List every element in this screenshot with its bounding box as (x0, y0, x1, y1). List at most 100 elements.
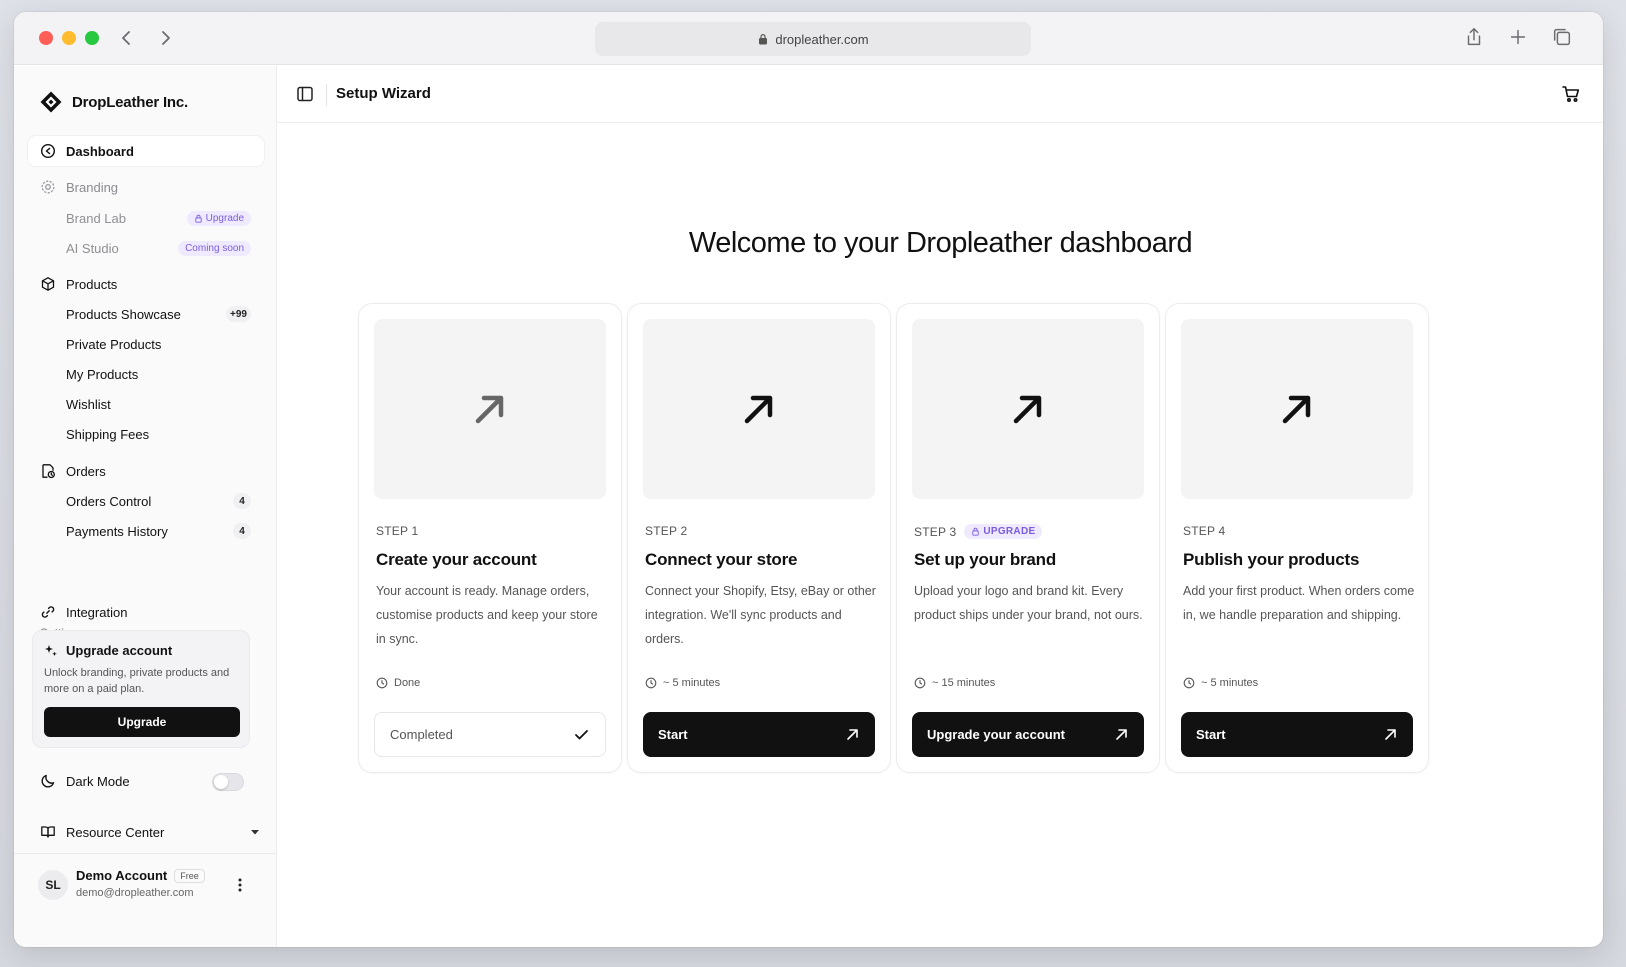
account-email: demo@dropleather.com (76, 887, 194, 899)
step-label: STEP 2 (645, 524, 688, 538)
step-card-2: STEP 2 Connect your store Connect your S… (627, 303, 891, 773)
back-icon[interactable] (114, 26, 138, 50)
card-illustration (643, 319, 875, 499)
coming-soon-badge: Coming soon (178, 240, 251, 256)
page-title: Setup Wizard (336, 85, 431, 102)
caret-down-icon[interactable] (250, 817, 264, 847)
sidebar-item-label: Wishlist (66, 396, 111, 412)
sidebar-item-integration[interactable]: Integration (28, 597, 264, 627)
step-label: STEP 1 (376, 524, 419, 538)
sidebar-item-private-products[interactable]: Private Products (66, 331, 251, 357)
step-meta: ~ 15 minutes (914, 677, 995, 689)
sidebar-item-label: Products (66, 276, 118, 292)
clock-icon (1183, 677, 1195, 689)
moon-icon (40, 773, 56, 789)
step-title: Publish your products (1183, 550, 1360, 569)
sidebar-item-orders[interactable]: Orders (28, 456, 264, 486)
clock-icon (914, 677, 926, 689)
new-tab-icon[interactable] (1507, 26, 1529, 48)
start-button[interactable]: Start (643, 712, 875, 757)
address-bar[interactable]: dropleather.com (595, 22, 1031, 56)
sidebar-item-label: Products Showcase (66, 306, 181, 322)
brand-name: DropLeather Inc. (72, 93, 188, 111)
main-topbar: Setup Wizard (278, 66, 1603, 123)
sidebar-item-brand-lab[interactable]: Brand Lab Upgrade (66, 205, 251, 231)
step-label: STEP 4 (1183, 524, 1226, 538)
sidebar-item-label: Payments History (66, 523, 168, 539)
arrow-up-right-icon (475, 395, 504, 424)
step-meta: ~ 5 minutes (645, 677, 720, 689)
dashboard-icon (40, 143, 56, 159)
sidebar-toggle-icon[interactable] (296, 85, 314, 103)
step-title: Set up your brand (914, 550, 1057, 569)
sidebar-item-orders-control[interactable]: Orders Control 4 (66, 488, 251, 514)
more-vertical-icon[interactable] (232, 876, 248, 894)
browser-toolbar: dropleather.com (14, 12, 1603, 65)
step-meta: ~ 5 minutes (1183, 677, 1258, 689)
forward-icon[interactable] (154, 26, 178, 50)
sidebar-item-label: AI Studio (66, 240, 119, 256)
step-card-4: STEP 4 Publish your products Add your fi… (1165, 303, 1429, 773)
card-illustration (374, 319, 606, 499)
sidebar-item-label: Brand Lab (66, 210, 126, 226)
arrow-up-right-icon (1385, 729, 1396, 740)
sidebar-item-branding[interactable]: Branding (28, 172, 264, 202)
count-badge: +99 (226, 306, 251, 322)
sidebar-item-products[interactable]: Products (28, 269, 264, 299)
sidebar-item-label: My Products (66, 366, 139, 382)
sidebar-item-my-products[interactable]: My Products (66, 361, 251, 387)
avatar[interactable]: SL (38, 870, 68, 900)
start-button[interactable]: Start (1181, 712, 1413, 757)
share-icon[interactable] (1463, 26, 1485, 48)
gear-icon (40, 179, 56, 195)
box-icon (40, 276, 56, 292)
sidebar-item-ai-studio[interactable]: AI Studio Coming soon (66, 235, 251, 261)
plan-badge: Free (174, 868, 205, 883)
dark-mode-toggle[interactable] (212, 773, 244, 791)
sidebar-item-label: Shipping Fees (66, 426, 150, 442)
upgrade-account-card: Upgrade account Unlock branding, private… (32, 630, 250, 748)
arrow-up-right-icon (847, 729, 858, 740)
sidebar-item-label: Branding (66, 179, 119, 195)
minimize-window-button[interactable] (62, 31, 76, 45)
browser-actions (1463, 26, 1573, 48)
upgrade-account-button[interactable]: Upgrade your account (912, 712, 1144, 757)
cart-icon[interactable] (1561, 84, 1581, 104)
sidebar-item-shipping-fees[interactable]: Shipping Fees (66, 421, 251, 447)
count-badge: 4 (233, 493, 251, 509)
link-icon (40, 604, 56, 620)
sidebar-item-label: Resource Center (66, 824, 165, 840)
card-illustration (1181, 319, 1413, 499)
brand-logo-icon (40, 91, 62, 113)
close-window-button[interactable] (39, 31, 53, 45)
sidebar-item-payments-history[interactable]: Payments History 4 (66, 518, 251, 544)
sidebar-item-label: Private Products (66, 336, 162, 352)
upgrade-button[interactable]: Upgrade (44, 707, 240, 737)
upgrade-card-description: Unlock branding, private products and mo… (44, 667, 230, 695)
sidebar-item-label: Integration (66, 604, 128, 620)
upgrade-badge: Upgrade (186, 210, 251, 226)
count-badge: 4 (233, 523, 251, 539)
step-title: Connect your store (645, 550, 798, 569)
step-description: Upload your logo and brand kit. Every pr… (914, 584, 1143, 622)
browser-window: dropleather.com DropLeather Inc. Dashboa… (14, 12, 1603, 947)
clock-icon (645, 677, 657, 689)
check-icon (575, 730, 588, 740)
sidebar-item-label: Orders (66, 463, 106, 479)
sidebar-item-resource-center[interactable]: Resource Center (28, 817, 264, 847)
sidebar-item-wishlist[interactable]: Wishlist (66, 391, 251, 417)
sidebar-item-dashboard[interactable]: Dashboard (28, 136, 264, 166)
account-footer[interactable]: SL Demo Account Free demo@dropleather.co… (14, 853, 277, 913)
orders-icon (40, 463, 56, 479)
brand[interactable]: DropLeather Inc. (39, 90, 188, 114)
welcome-heading: Welcome to your Dropleather dashboard (688, 227, 1193, 259)
tab-overview-icon[interactable] (1551, 26, 1573, 48)
step-description: Your account is ready. Manage orders, cu… (376, 584, 598, 646)
sidebar-item-products-showcase[interactable]: Products Showcase +99 (66, 301, 251, 327)
maximize-window-button[interactable] (85, 31, 99, 45)
completed-button[interactable]: Completed (374, 712, 606, 757)
url-text: dropleather.com (775, 31, 869, 47)
arrow-up-right-icon (1116, 729, 1127, 740)
step-title: Create your account (376, 550, 537, 569)
sidebar: DropLeather Inc. Dashboard Branding Bran… (14, 66, 277, 947)
